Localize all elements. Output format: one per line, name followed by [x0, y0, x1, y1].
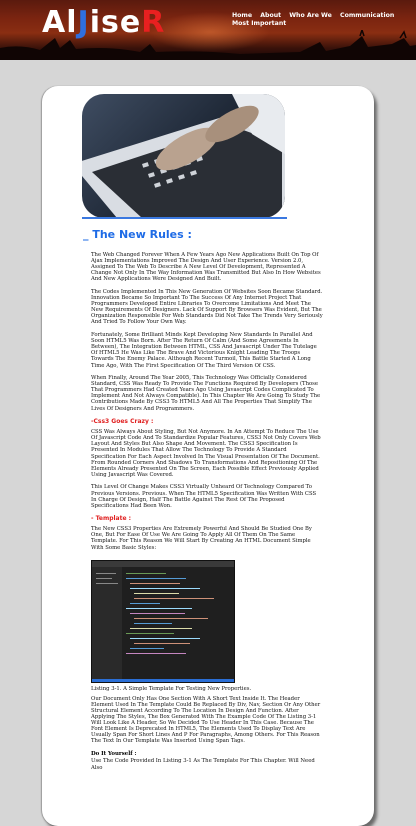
- nav-home[interactable]: Home: [232, 12, 252, 19]
- section-heading-template: - Template :: [91, 515, 132, 523]
- nav-about[interactable]: About: [260, 12, 281, 19]
- nav-communication[interactable]: Communication: [340, 12, 394, 19]
- nav-most-important[interactable]: Most Important: [232, 20, 286, 27]
- laptop-typing-photo-icon: [82, 94, 285, 218]
- logo-part-ise: ise: [89, 5, 142, 40]
- paragraph: The Codes Implemented In This New Genera…: [91, 288, 323, 326]
- hero-divider: [82, 217, 287, 219]
- paragraph: The Web Changed Forever When A Few Years…: [91, 252, 321, 283]
- logo-part-r: R: [141, 5, 166, 40]
- site-logo[interactable]: AlJiseR: [42, 4, 165, 42]
- paragraph: This Level Of Change Makes CSS3 Virtuall…: [91, 484, 317, 509]
- code-caption: Listing 3-1. A Simple Template For Testi…: [91, 685, 252, 692]
- hero-image: [82, 94, 285, 218]
- paragraph: CSS Was Always About Styling, But Not An…: [91, 429, 321, 478]
- article-body: _ The New Rules : The Web Changed Foreve…: [83, 228, 323, 777]
- nav-who-are-we[interactable]: Who Are We: [289, 12, 332, 19]
- site-header: AlJiseR Home About Who Are We Communicat…: [0, 0, 416, 60]
- paragraph: Fortunately, Some Brilliant Minds Kept D…: [91, 332, 317, 369]
- paragraph: When Finally, Around The Year 2005, This…: [91, 375, 321, 412]
- article-title: _ The New Rules :: [83, 228, 192, 241]
- paragraph: Our Document Only Has One Section With A…: [91, 695, 321, 745]
- main-nav: Home About Who Are We Communication Most…: [232, 12, 412, 28]
- editor-statusbar: [92, 678, 234, 682]
- logo-part-al: Al: [42, 5, 78, 40]
- paragraph: Use The Code Provided In Listing 3-1 As …: [91, 758, 315, 771]
- section-heading-css3: -Css3 Goes Crazy :: [91, 418, 154, 426]
- section-heading-do-it-yourself: Do It Yourself :: [91, 751, 137, 757]
- logo-part-j: J: [77, 5, 90, 40]
- code-editor-screenshot: [91, 559, 235, 683]
- paragraph: The New CSS3 Properties Are Extremely Po…: [91, 526, 312, 551]
